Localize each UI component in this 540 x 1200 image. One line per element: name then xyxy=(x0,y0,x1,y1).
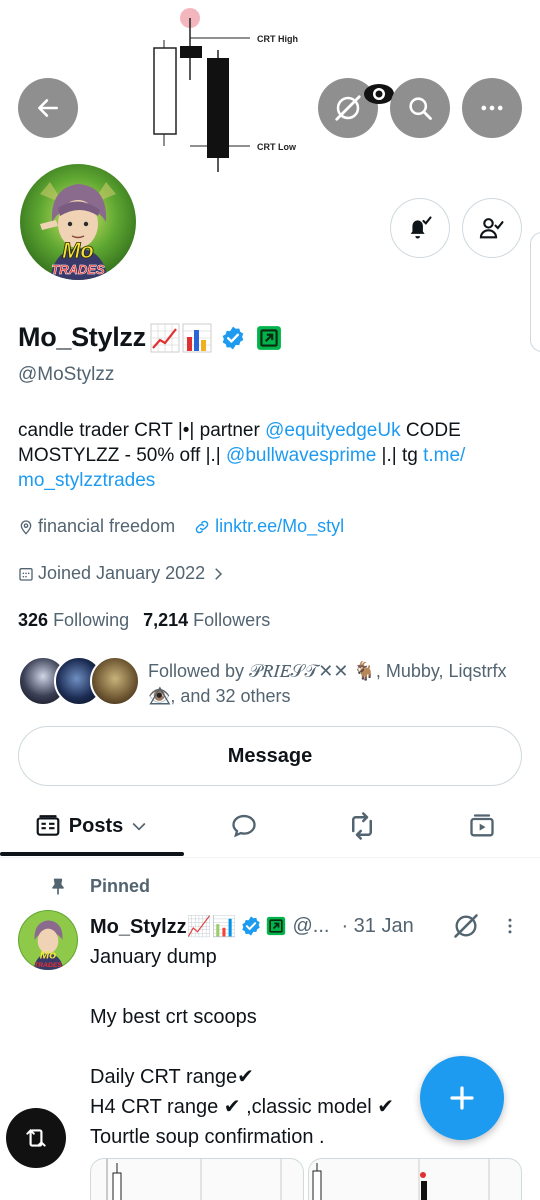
calendar-icon xyxy=(19,567,33,581)
profile-tabs: Posts xyxy=(0,796,540,858)
tab-reposts[interactable] xyxy=(332,796,392,856)
back-button[interactable] xyxy=(18,78,78,138)
affiliate-badge-icon[interactable] xyxy=(256,325,282,351)
chart-increasing-emoji xyxy=(150,323,180,352)
name-emoji-icons xyxy=(150,323,212,353)
notifications-button[interactable] xyxy=(390,198,450,258)
link-icon xyxy=(195,520,209,533)
profile-handle: @MoStylzz xyxy=(18,364,115,385)
bio-mention-bullwaves[interactable]: @bullwavesprime xyxy=(226,445,376,466)
message-button[interactable]: Message xyxy=(18,726,522,786)
side-panel-edge[interactable] xyxy=(530,232,540,352)
following-stat[interactable]: 326 Following xyxy=(18,610,129,631)
chevron-right-icon xyxy=(215,567,223,580)
bio-text-3: |.| tg xyxy=(376,445,424,466)
banner-candle-3 xyxy=(207,58,229,158)
compose-post-button[interactable] xyxy=(420,1056,504,1140)
post-author-avatar[interactable]: Mo TRADES xyxy=(18,910,78,970)
person-check-icon xyxy=(479,218,504,239)
post-author-name[interactable]: Mo_Stylzz📈📊 xyxy=(90,914,236,939)
profile-joined-date: Joined January 2022 xyxy=(38,563,206,583)
avatar-logo-text-2: TRADES xyxy=(51,262,105,277)
following-count: 326 xyxy=(18,610,49,630)
followed-by-avatars[interactable] xyxy=(18,656,140,708)
follower-avatar xyxy=(90,656,140,706)
affiliate-badge-icon[interactable] xyxy=(266,916,286,936)
following-label: Following xyxy=(53,610,130,630)
followed-by-prefix: Followed by xyxy=(148,661,250,681)
profile-name-row: Mo_Stylzz xyxy=(18,322,282,353)
posts-icon xyxy=(36,815,60,836)
tab-posts[interactable]: Posts xyxy=(0,796,184,856)
follow-stats: 326 Following 7,214 Followers xyxy=(18,610,270,631)
bio-text-1: candle trader CRT |•| partner xyxy=(18,420,266,441)
profile-banner[interactable]: CRT High CRT Low xyxy=(0,0,540,180)
chevron-down-icon xyxy=(132,822,146,831)
post-author-handle: @... xyxy=(292,914,330,937)
grok-slash-icon[interactable] xyxy=(452,912,480,940)
switch-account-button[interactable] xyxy=(6,1108,66,1168)
followers-count: 7,214 xyxy=(143,610,189,630)
post-avatar-logo-1: Mo xyxy=(40,950,56,962)
post-image[interactable] xyxy=(90,1158,304,1200)
media-icon xyxy=(470,814,494,837)
bell-check-icon xyxy=(410,216,432,239)
more-vertical-icon[interactable] xyxy=(500,916,520,936)
avatar-logo-text-1: Mo xyxy=(62,238,94,263)
profile-bio: candle trader CRT |•| partner @equityedg… xyxy=(18,418,518,493)
banner-crt-diagram: CRT High CRT Low xyxy=(153,8,298,172)
pin-icon xyxy=(52,878,64,894)
followed-by-text[interactable]: Followed by 𝒫𝑅𝐼𝐸𝒮𝒯✕✕ 🐐, Mubby, Liqstrfx … xyxy=(148,659,528,709)
avatar-image: Mo TRADES xyxy=(20,164,136,280)
banner-candle-2 xyxy=(180,46,202,58)
tab-posts-label: Posts xyxy=(68,814,124,837)
profile-website-link[interactable]: linktr.ee/Mo_styl xyxy=(215,516,344,537)
profile-location: financial freedom xyxy=(38,516,176,536)
grok-slash-icon xyxy=(335,95,361,121)
bar-chart-emoji xyxy=(182,323,212,352)
repost-icon xyxy=(352,812,372,840)
more-horizontal-icon xyxy=(481,105,503,111)
joined-row[interactable]: Joined January 2022 xyxy=(18,563,231,584)
profile-meta-row: financial freedom linktr.ee/Mo_styl xyxy=(18,516,344,537)
search-icon xyxy=(409,97,432,120)
post-media[interactable] xyxy=(90,1158,522,1200)
search-button[interactable] xyxy=(390,78,450,138)
banner-label-high: CRT High xyxy=(257,34,298,44)
followers-label: Followers xyxy=(193,610,271,630)
pinned-label: Pinned xyxy=(90,876,151,896)
followers-stat[interactable]: 7,214 Followers xyxy=(143,610,270,631)
tab-media[interactable] xyxy=(452,796,512,856)
post-date[interactable]: · 31 Jan xyxy=(341,915,413,938)
plus-icon xyxy=(450,1086,474,1110)
banner-label-low: CRT Low xyxy=(257,142,297,152)
location-pin-icon xyxy=(20,519,32,535)
verified-badge-icon[interactable] xyxy=(240,915,262,937)
pinned-indicator: Pinned xyxy=(48,876,150,897)
swap-icon xyxy=(26,1129,46,1147)
display-name: Mo_Stylzz xyxy=(18,322,146,352)
post-image[interactable] xyxy=(308,1158,522,1200)
profile-avatar[interactable]: Mo TRADES xyxy=(16,160,140,284)
verified-badge-icon[interactable] xyxy=(220,325,246,351)
tab-active-indicator xyxy=(0,852,184,856)
post-header: Mo_Stylzz📈📊 @... · 31 Jan xyxy=(90,911,530,941)
followed-by-name: 𝒫𝑅𝐼𝐸𝒮𝒯✕✕ 🐐 xyxy=(249,661,376,681)
post-avatar-logo-2: TRADES xyxy=(34,962,62,969)
bio-mention-equityedge[interactable]: @equityedgeUk xyxy=(265,420,400,441)
speech-bubble-icon xyxy=(232,814,256,838)
following-button[interactable] xyxy=(462,198,522,258)
more-button[interactable] xyxy=(462,78,522,138)
tab-replies[interactable] xyxy=(214,796,274,856)
banner-candle-1 xyxy=(153,47,177,135)
arrow-left-icon xyxy=(38,99,58,117)
